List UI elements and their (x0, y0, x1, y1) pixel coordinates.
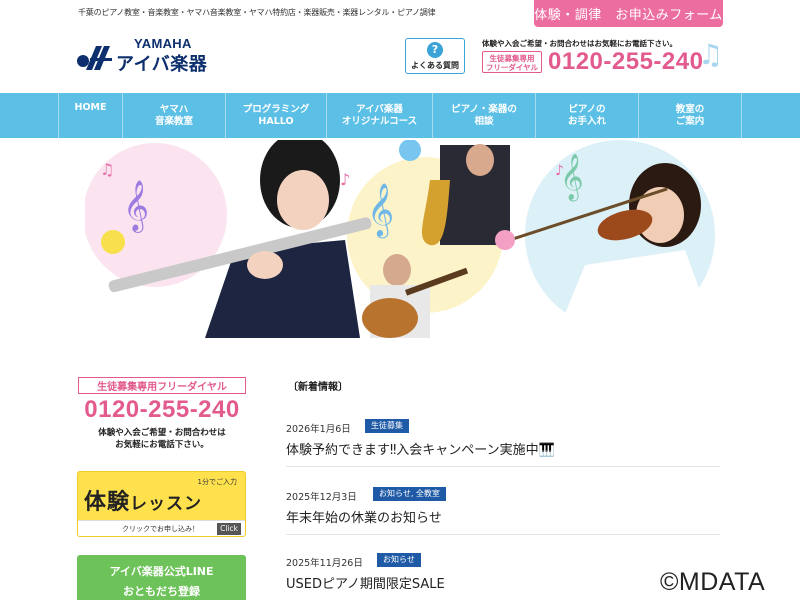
svg-text:♪: ♪ (340, 170, 350, 189)
header-tel-block: 体験や入会ご希望・お問合わせはお気軽にお電話下さい。 生徒募集専用 フリーダイヤ… (482, 38, 724, 76)
nav-label: プログラミング HALLO (242, 103, 310, 127)
svg-text:♫: ♫ (100, 160, 114, 179)
hero-illustration: 𝄞 𝄞 𝄞 ♫ ♪ ♪ (85, 140, 717, 338)
news-item[interactable]: 2026年1月6日 生徒募集 体験予約できます‼入会キャンペーン実施中🎹 (286, 419, 720, 467)
svg-text:♪: ♪ (555, 163, 564, 179)
news-headline[interactable]: 体験予約できます‼入会キャンペーン実施中🎹 (286, 439, 555, 458)
trial-title: 体験レッスン (84, 484, 202, 516)
trial-small-text: 1分でご入力 (197, 478, 237, 486)
trial-title-main: 体験 (84, 490, 131, 515)
question-circle-icon: ? (427, 41, 443, 58)
sidebar-tel-note: 体験や入会ご希望・お問合わせは お気軽にお電話下さい。 (98, 428, 226, 450)
nav-item-home[interactable]: HOME (58, 93, 122, 138)
nav-label: 教室の ご案内 (675, 103, 705, 127)
global-nav: HOME ヤマハ 音楽教室 プログラミング HALLO アイバ楽器 オリジナルコ… (0, 93, 800, 138)
line-banner-subtitle: おともだち登録 (123, 585, 200, 598)
nav-label: アイバ楽器 オリジナルコース (341, 103, 418, 127)
nav-label: HOME (74, 102, 107, 113)
watermark: ©MDATA (660, 568, 766, 596)
nav-item-piano-care[interactable]: ピアノの お手入れ (535, 93, 638, 138)
news-headline[interactable]: 年末年始の休業のお知らせ (286, 507, 442, 526)
news-date: 2025年12月3日 (286, 492, 357, 503)
tel-badge: 生徒募集専用 フリーダイヤル (482, 51, 542, 73)
line-friend-banner[interactable]: アイバ楽器公式LINE おともだち登録 (77, 555, 246, 600)
logo-brand: YAMAHA (134, 36, 192, 51)
line-banner-title: アイバ楽器公式LINE (109, 565, 214, 578)
sidebar-tel-badge: 生徒募集専用フリーダイヤル (78, 377, 246, 394)
trial-footer: クリックでお申し込み！ Click (78, 520, 245, 536)
music-note-icon: ♫ (698, 38, 724, 71)
logo-mark-icon (77, 46, 112, 70)
nav-item-programming[interactable]: プログラミング HALLO (225, 93, 326, 138)
site-tagline: 千葉のピアノ教室・音楽教室・ヤマハ音楽教室・ヤマハ特約店・楽器販売・楽器レンタル… (78, 8, 436, 17)
svg-text:𝄞: 𝄞 (367, 182, 394, 238)
news-date: 2025年11月26日 (286, 558, 363, 569)
apply-form-button[interactable]: 体験・調律 お申込みフォーム (534, 0, 723, 27)
svg-text:𝄞: 𝄞 (123, 180, 149, 233)
hero-image: 𝄞 𝄞 𝄞 ♫ ♪ ♪ (85, 140, 717, 338)
news-date: 2026年1月6日 (286, 424, 351, 435)
faq-button[interactable]: ? よくある質問 (405, 38, 465, 74)
faq-label: よくある質問 (411, 60, 459, 70)
news-category-badge[interactable]: お知らせ (377, 553, 421, 567)
nav-label: ピアノ・楽器の 相談 (451, 103, 517, 127)
trial-lesson-banner[interactable]: 1分でご入力 体験レッスン クリックでお申し込み！ Click (77, 471, 246, 537)
news-category-badge[interactable]: 生徒募集 (365, 419, 409, 433)
news-category-badge[interactable]: お知らせ, 全教室 (373, 487, 446, 501)
news-item[interactable]: 2025年12月3日 お知らせ, 全教室 年末年始の休業のお知らせ (286, 487, 720, 535)
nav-item-consultation[interactable]: ピアノ・楽器の 相談 (432, 93, 535, 138)
nav-label: ピアノの お手入れ (567, 103, 606, 127)
site-logo[interactable]: YAMAHA アイバ楽器 (76, 36, 216, 75)
news-item[interactable]: 2025年11月26日 お知らせ USEDピアノ期間限定SALE (286, 553, 720, 600)
trial-click-button[interactable]: Click (217, 523, 241, 535)
news-headline[interactable]: USEDピアノ期間限定SALE (286, 573, 445, 592)
logo-name: アイバ楽器 (116, 54, 208, 75)
sidebar-tel-block: 生徒募集専用フリーダイヤル 0120-255-240 体験や入会ご希望・お問合わ… (78, 377, 246, 451)
trial-title-sub: レッスン (130, 494, 203, 514)
nav-item-yamaha-school[interactable]: ヤマハ 音楽教室 (122, 93, 225, 138)
nav-item-original-course[interactable]: アイバ楽器 オリジナルコース (326, 93, 432, 138)
sidebar-tel-number[interactable]: 0120-255-240 (78, 396, 246, 424)
tel-number-link[interactable]: 0120-255-240 (548, 48, 703, 76)
nav-label: ヤマハ 音楽教室 (154, 103, 193, 127)
news-heading: 〔新着情報〕 (288, 382, 348, 393)
nav-item-classrooms[interactable]: 教室の ご案内 (638, 93, 742, 138)
trial-footer-text: クリックでお申し込み！ (122, 525, 199, 533)
